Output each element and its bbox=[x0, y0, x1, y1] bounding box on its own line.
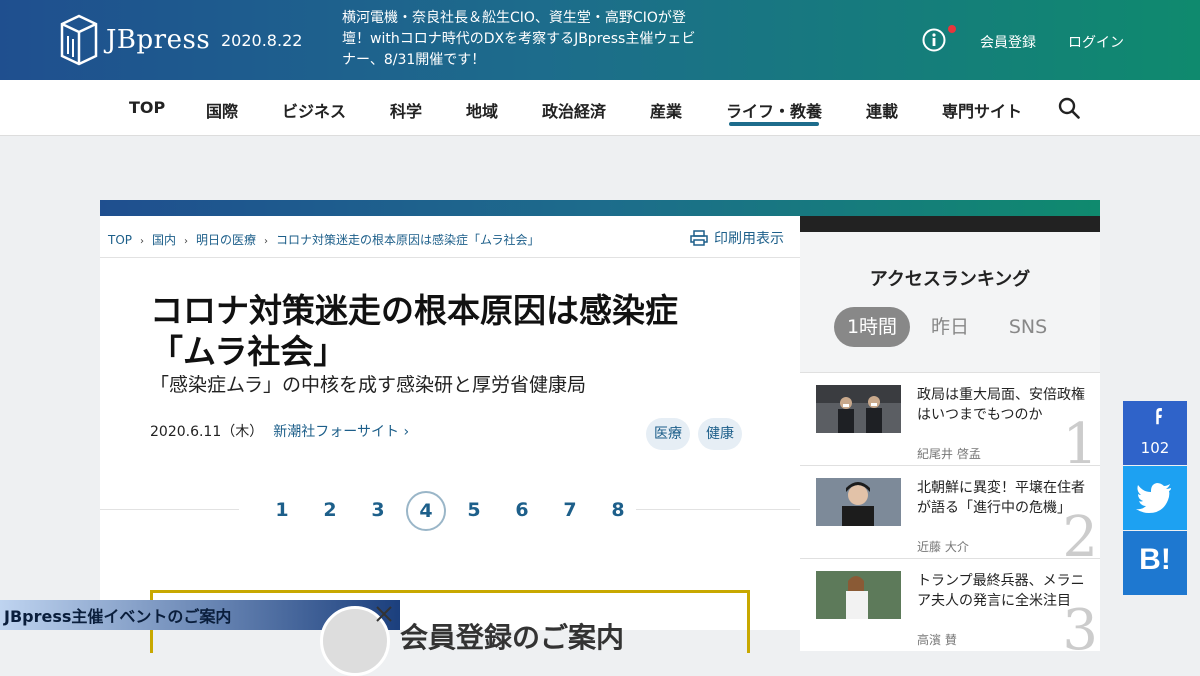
page-link-6[interactable]: 6 bbox=[503, 491, 541, 529]
breadcrumb-item-domestic[interactable]: 国内 bbox=[152, 233, 176, 247]
pager-line bbox=[636, 509, 800, 510]
twitter-icon bbox=[1136, 483, 1171, 513]
page-link-2[interactable]: 2 bbox=[311, 491, 349, 529]
article-title-line: コロナ対策迷走の根本原因は感染症 bbox=[150, 291, 678, 330]
breadcrumb-separator: › bbox=[264, 236, 269, 247]
info-icon[interactable] bbox=[922, 28, 946, 52]
ranking-thumbnail bbox=[816, 385, 901, 433]
ranking-tab-sns[interactable]: SNS bbox=[1000, 307, 1056, 347]
ranking-item[interactable]: 北朝鮮に異変！平壌在住者が語る「進行中の危機」 近藤 大介 2 bbox=[800, 465, 1100, 558]
logo-text: JBpress bbox=[106, 25, 211, 55]
ranking-item-author: 紀尾井 啓孟 bbox=[917, 447, 981, 461]
article-subtitle: 「感染症ムラ」の中核を成す感染研と厚労省健康局 bbox=[150, 374, 587, 396]
ranking-item-author: 近藤 大介 bbox=[917, 540, 969, 554]
ranking-thumbnail bbox=[816, 571, 901, 619]
breadcrumb: TOP › 国内 › 明日の医療 › コロナ対策迷走の根本原因は感染症「ムラ社会」 bbox=[108, 231, 539, 248]
facebook-icon bbox=[1156, 408, 1162, 425]
breadcrumb-item-current[interactable]: コロナ対策迷走の根本原因は感染症「ムラ社会」 bbox=[276, 233, 539, 247]
print-icon bbox=[690, 230, 708, 246]
sidebar-top-bar bbox=[800, 216, 1100, 232]
breadcrumb-item-series[interactable]: 明日の医療 bbox=[196, 233, 256, 247]
membership-banner-text: 会員登録のご案内 bbox=[400, 621, 625, 654]
ranking-tab-yesterday[interactable]: 昨日 bbox=[922, 307, 978, 347]
page-link-3[interactable]: 3 bbox=[359, 491, 397, 529]
ranking-item[interactable]: 政局は重大局面、安倍政権はいつまでもつのか 紀尾井 啓孟 1 bbox=[800, 372, 1100, 465]
page-link-8[interactable]: 8 bbox=[599, 491, 637, 529]
brand-stripe bbox=[100, 200, 1100, 216]
nav-item-industry[interactable]: 産業 bbox=[650, 98, 682, 122]
logo-cube-icon bbox=[60, 14, 98, 66]
tag-medical[interactable]: 医療 bbox=[646, 418, 690, 450]
register-link[interactable]: 会員登録 bbox=[980, 32, 1036, 52]
tag-health[interactable]: 健康 bbox=[698, 418, 742, 450]
author-link[interactable]: 新潮社フォーサイト › bbox=[273, 424, 409, 440]
nav-item-life-culture[interactable]: ライフ・教養 bbox=[726, 98, 822, 122]
article-card: TOP › 国内 › 明日の医療 › コロナ対策迷走の根本原因は感染症「ムラ社会」 印刷用表… bbox=[100, 216, 800, 654]
breadcrumb-item-top[interactable]: TOP bbox=[108, 233, 132, 247]
ranking-item-author: 高濱 賛 bbox=[917, 633, 957, 647]
hatena-icon: B! bbox=[1139, 543, 1171, 576]
nav-item-politics-economy[interactable]: 政治経済 bbox=[542, 98, 606, 122]
search-icon[interactable] bbox=[1058, 97, 1080, 119]
author-name: 新潮社フォーサイト bbox=[273, 424, 399, 440]
ranking-number: 2 bbox=[1062, 505, 1098, 559]
facebook-share-button[interactable]: 102 bbox=[1123, 401, 1187, 465]
nav-active-indicator bbox=[729, 122, 819, 126]
facebook-share-count: 102 bbox=[1140, 439, 1170, 457]
pager-line bbox=[100, 509, 239, 510]
article-title-line: 「ムラ社会」 bbox=[150, 332, 347, 371]
nav-item-series[interactable]: 連載 bbox=[866, 98, 898, 122]
notification-dot bbox=[948, 25, 956, 33]
site-header: JBpress 2020.8.22 横河電機・奈良社長＆舩生CIO、資生堂・高野… bbox=[0, 0, 1200, 80]
nav-item-science[interactable]: 科学 bbox=[390, 98, 422, 122]
nav-item-international[interactable]: 国際 bbox=[206, 98, 238, 122]
page-link-4-current[interactable]: 4 bbox=[406, 491, 446, 531]
divider bbox=[100, 257, 800, 258]
nav-item-region[interactable]: 地域 bbox=[466, 98, 498, 122]
article-date: 2020.6.11（木） bbox=[150, 424, 264, 440]
ranking-tab-hour[interactable]: 1時間 bbox=[834, 307, 910, 347]
close-icon[interactable] bbox=[372, 602, 396, 626]
page-link-1[interactable]: 1 bbox=[263, 491, 301, 529]
main-nav: TOP 国際 ビジネス 科学 地域 政治経済 産業 ライフ・教養 連載 専門サイ… bbox=[0, 80, 1200, 136]
page-link-5[interactable]: 5 bbox=[455, 491, 493, 529]
breadcrumb-separator: › bbox=[140, 236, 145, 247]
login-link[interactable]: ログイン bbox=[1068, 32, 1124, 52]
breadcrumb-separator: › bbox=[184, 236, 189, 247]
page-link-7[interactable]: 7 bbox=[551, 491, 589, 529]
article-title: コロナ対策迷走の根本原因は感染症 「ムラ社会」 bbox=[150, 290, 750, 372]
event-banner-label: JBpress主催イベントのご案内 bbox=[4, 607, 232, 626]
author-arrow: › bbox=[403, 424, 410, 440]
ranking-panel: アクセスランキング 1時間 昨日 SNS bbox=[800, 232, 1100, 372]
hatena-bookmark-button[interactable]: B! bbox=[1123, 531, 1187, 595]
header-news-link[interactable]: 横河電機・奈良社長＆舩生CIO、資生堂・高野CIOが登壇！withコロナ時代のD… bbox=[342, 8, 702, 71]
ranking-title: アクセスランキング bbox=[869, 269, 1031, 290]
ranking-item[interactable]: トランプ最終兵器、メラニア夫人の発言に全米注目 高濱 賛 3 bbox=[800, 558, 1100, 651]
site-logo[interactable]: JBpress bbox=[60, 14, 210, 66]
print-button[interactable]: 印刷用表示 bbox=[690, 228, 784, 248]
article-meta: 2020.6.11（木） 新潮社フォーサイト › bbox=[150, 421, 409, 441]
nav-item-top[interactable]: TOP bbox=[129, 98, 165, 117]
event-banner[interactable]: JBpress主催イベントのご案内 bbox=[0, 600, 400, 676]
nav-item-business[interactable]: ビジネス bbox=[282, 98, 346, 122]
ranking-number: 3 bbox=[1062, 598, 1098, 652]
twitter-share-button[interactable] bbox=[1123, 466, 1187, 530]
nav-item-specialty-sites[interactable]: 専門サイト bbox=[942, 98, 1022, 122]
ranking-thumbnail bbox=[816, 478, 901, 526]
print-label: 印刷用表示 bbox=[714, 231, 784, 247]
header-date: 2020.8.22 bbox=[221, 31, 303, 50]
ranking-number: 1 bbox=[1062, 412, 1098, 466]
